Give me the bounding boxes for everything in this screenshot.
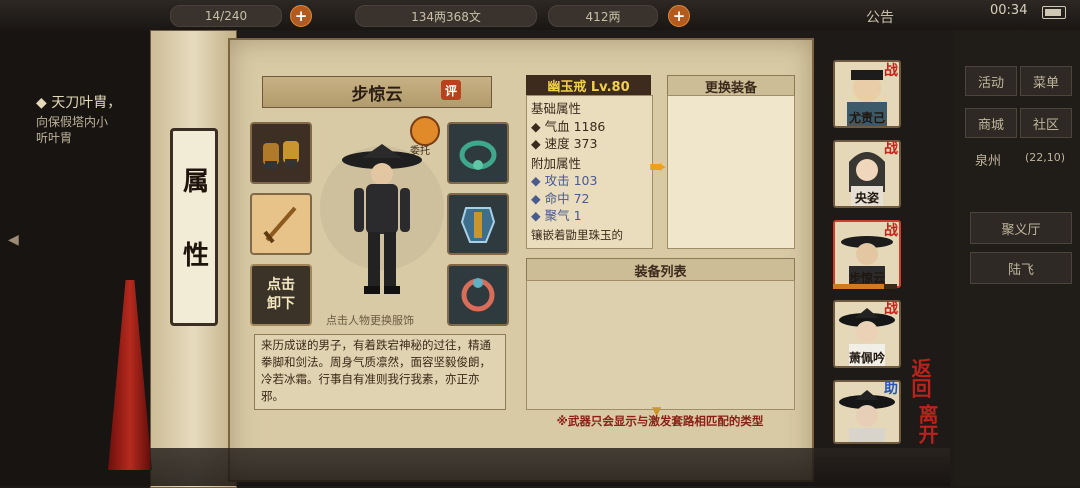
equip-slot-armor[interactable] [447,193,509,255]
silver-display: 412两 [548,5,658,27]
character-figure[interactable] [318,118,446,306]
collapse-left-icon[interactable]: ◀ [8,232,19,248]
section-title-plate: 属 性 [170,128,218,326]
ring-icon [461,278,495,312]
activity-button[interactable]: 活动 [965,66,1017,96]
item-name: 幽玉戒 Lv.80 [526,75,651,95]
socket-text: 镶嵌着勖里珠玉的 [531,227,623,242]
leave-button[interactable]: 离开 [913,404,942,444]
weapon-note: ※武器只会显示与激发套路相匹配的类型 [556,414,764,428]
character-description: 来历成谜的男子，有着跌宕神秘的过往，精通拳脚和剑法。周身气质凛然，面容坚毅俊朗，… [254,334,506,410]
extra-stat-1-text: 攻击 103 [544,173,598,188]
equip-list-label: 装备列表 [634,264,687,280]
equip-slot-necklace[interactable] [447,122,509,184]
quest-title-text: 天刀叶胄， [51,95,122,111]
base-stat-1-text: 气血 1186 [544,118,606,134]
character-sprite [320,144,444,294]
extra-stat-1: ◆ 攻击 103 [531,173,598,188]
title-char-1: 属 [178,167,209,205]
equip-list-box[interactable] [526,280,795,410]
party-name-1: 尤责己 [848,111,885,125]
change-equip-label: 更换装备 [704,80,757,96]
sword-icon [263,206,297,244]
battery-icon [1042,6,1066,19]
title-char-2: 性 [178,241,209,279]
rate-button[interactable]: 评 [441,80,461,100]
party-tag-4: 战 [884,301,898,317]
location-name: 泉州 [975,154,1002,169]
extra-stat-2: ◆ 命中 72 [531,190,590,206]
unequip-label-2: 卸下 [267,296,295,312]
party-name-4: 萧佩吟 [848,351,885,365]
armor-icon [460,207,496,243]
party-tag-2: 战 [884,141,898,157]
bottom-toolbar [150,448,950,486]
location-coords: (22,10) [1025,151,1066,164]
unequip-label-1: 点击 [267,277,295,293]
quest-line2: 听叶胄 [36,131,73,145]
menu-button[interactable]: 菜单 [1020,66,1072,96]
shop-button[interactable]: 商城 [965,108,1017,138]
base-stat-2-text: 速度 373 [544,136,598,151]
jade-necklace-icon [459,140,497,170]
tower-count: 14/240 [170,5,282,27]
party-name-2: 央姿 [854,191,879,205]
character-name: 步惊云 [351,84,403,105]
hp-bar [833,284,897,289]
change-equip-box[interactable] [667,95,795,249]
clock: 00:34 [990,3,1028,18]
party-tag-5: 助 [884,381,898,397]
extra-stat-2-text: 命中 72 [544,190,590,206]
announce-button[interactable]: 公告 [866,7,894,27]
return-button[interactable]: 返回 [906,358,935,398]
base-stat-1: ◆ 气血 1186 [531,118,606,134]
extra-stat-3: ◆ 聚气 1 [531,208,582,223]
equip-slot-weapon[interactable] [250,193,312,255]
npc-label: 陆飞 [1007,262,1034,278]
gloves-icon [263,141,299,169]
equip-list-header: 装备列表 [526,258,795,282]
change-equip-header: 更换装备 [667,75,795,97]
base-attr-title: 基础属性 [531,101,582,116]
add-tower-button[interactable]: + [290,5,312,27]
quest-title[interactable]: ◆ 天刀叶胄， [36,92,121,112]
equip-slot-accessory[interactable] [447,264,509,326]
money-display: 134两368文 [355,5,537,27]
party-tag-3: 战 [884,223,898,239]
party-tag-1: 战 [884,63,898,79]
top-status-bar [0,0,1080,30]
community-button[interactable]: 社区 [1020,108,1072,138]
hall-label: 聚义厅 [1001,222,1041,238]
extra-stat-3-text: 聚气 1 [544,208,582,223]
equip-slot-gloves[interactable] [250,122,312,184]
add-silver-button[interactable]: + [668,5,690,27]
arrow-right-icon[interactable]: ➨ [649,155,667,180]
unequip-button[interactable]: 点击 卸下 [250,264,312,326]
hall-button[interactable]: 聚义厅 [970,212,1072,244]
change-outfit-hint: 点击人物更换服饰 [326,314,414,327]
item-stats-box: 基础属性 ◆ 气血 1186 ◆ 速度 373 附加属性 ◆ 攻击 103 ◆ … [526,95,653,249]
base-stat-2: ◆ 速度 373 [531,136,598,151]
npc-button[interactable]: 陆飞 [970,252,1072,284]
extra-attr-title: 附加属性 [531,155,582,171]
quest-line1: 向保假塔内小 [36,115,109,129]
